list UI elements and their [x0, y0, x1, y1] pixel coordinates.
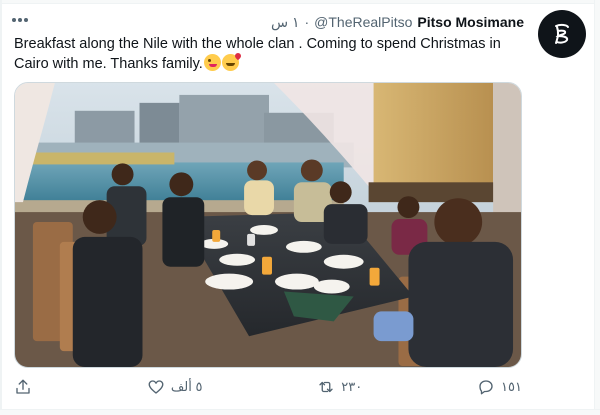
header-separator: · — [304, 14, 310, 30]
heart-icon — [148, 380, 164, 394]
tweet-action-bar: ٥ ألف ٢٣٠ ١٥١ — [14, 374, 522, 400]
signature-logo-icon — [555, 23, 569, 44]
retweet-button[interactable]: ٢٣٠ — [317, 378, 362, 396]
window-top-edge — [0, 0, 600, 4]
more-options-icon[interactable] — [12, 14, 28, 26]
tweet-timestamp[interactable]: ١ س — [271, 14, 300, 31]
window-bottom-edge — [0, 409, 600, 415]
retweet-count: ٢٣٠ — [341, 379, 363, 394]
user-handle[interactable]: @TheRealPitso — [314, 14, 412, 30]
tweet-body: Breakfast along the Nile with the whole … — [14, 36, 501, 72]
winking-face-with-tongue-icon — [203, 54, 221, 71]
share-icon — [16, 379, 30, 394]
share-button[interactable] — [14, 378, 32, 396]
reply-button[interactable]: ١٥١ — [477, 378, 522, 396]
like-count: ٥ ألف — [170, 379, 203, 394]
tweet-photo[interactable] — [14, 82, 522, 368]
window-left-edge — [0, 0, 2, 415]
tweet-text: Breakfast along the Nile with the whole … — [14, 34, 524, 74]
family-breakfast-photo — [15, 83, 521, 367]
reply-count: ١٥١ — [501, 379, 522, 394]
window-right-edge — [594, 0, 600, 415]
display-name[interactable]: Pitso Mosimane — [417, 14, 524, 30]
retweet-icon — [319, 381, 333, 393]
reply-bubble-icon — [479, 380, 493, 395]
smiling-face-with-hearts-icon — [221, 54, 239, 71]
avatar[interactable] — [538, 10, 586, 58]
tweet-header: Pitso Mosimane @TheRealPitso · ١ س — [271, 12, 524, 32]
like-button[interactable]: ٥ ألف — [147, 378, 203, 396]
